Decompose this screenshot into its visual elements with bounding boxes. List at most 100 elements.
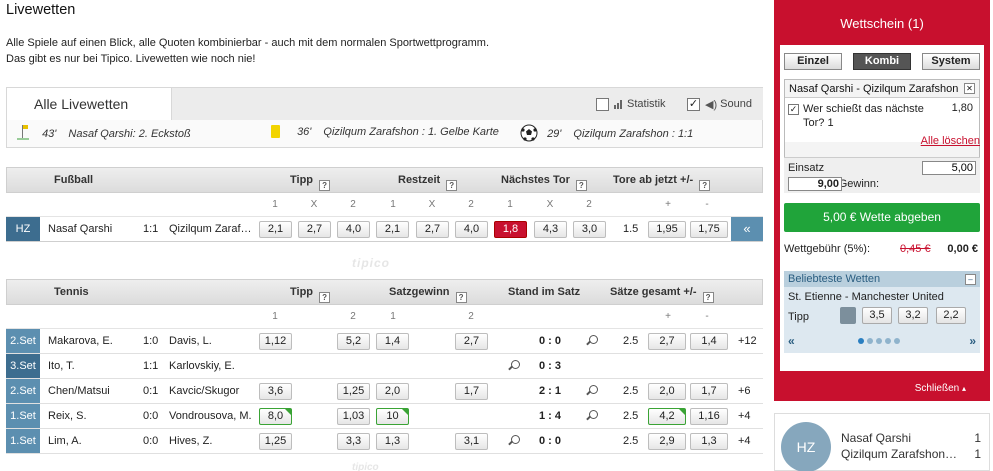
next-arrow[interactable]: »: [969, 334, 976, 348]
place-bet-button[interactable]: 5,00 € Wette abgeben: [784, 203, 980, 232]
odd-button[interactable]: 1,25: [259, 433, 292, 450]
mode-system-button[interactable]: System: [922, 53, 980, 70]
score: 1:1: [143, 360, 159, 372]
odd-button[interactable]: 1,12: [259, 333, 292, 350]
odd-button[interactable]: 1,25: [337, 383, 370, 400]
bet-checkbox[interactable]: ✓: [788, 104, 799, 115]
popular-match[interactable]: St. Etienne - Manchester United: [784, 287, 980, 303]
ticker-item[interactable]: 29' Qizilqum Zarafshon : 1:1: [520, 124, 693, 145]
mode-einzel-button[interactable]: Einzel: [784, 53, 842, 70]
user-icon: [840, 307, 856, 324]
odd-button[interactable]: 2,7: [298, 221, 331, 238]
set-score: 1 : 4: [539, 410, 562, 422]
odd-button[interactable]: 2,7: [416, 221, 449, 238]
odd-button-selected[interactable]: 1,8: [494, 221, 527, 238]
odd-button[interactable]: 3,3: [337, 433, 370, 450]
collapse-icon[interactable]: –: [965, 274, 976, 285]
odd-button[interactable]: 4,3: [534, 221, 567, 238]
odd-button[interactable]: 2,0: [376, 383, 409, 400]
odd-button[interactable]: 3,1: [455, 433, 488, 450]
sound-toggle[interactable]: ✓ ◀) Sound: [687, 95, 752, 113]
help-icon[interactable]: ?: [575, 180, 587, 191]
odd-button[interactable]: 5,2: [337, 333, 370, 350]
help-icon[interactable]: ?: [446, 180, 458, 191]
tipp-header: Tipp?: [290, 286, 331, 303]
table-row: HZ Nasaf Qarshi 1:1 Qizilqum Zaraf… 2,1 …: [6, 217, 763, 242]
odd-button[interactable]: 4,0: [455, 221, 488, 238]
period-badge: 3.Set: [6, 354, 40, 378]
tore-ab-jetzt-header: Tore ab jetzt +/-?: [613, 174, 711, 191]
ticker-text: Qizilqum Zarafshon : 1. Gelbe Karte: [323, 126, 499, 138]
odd-button[interactable]: 2,1: [259, 221, 292, 238]
delete-all-link[interactable]: Alle löschen: [921, 135, 980, 147]
odd-button[interactable]: 8,0: [259, 408, 292, 425]
restzeit-header: Restzeit?: [398, 174, 458, 191]
prev-arrow[interactable]: «: [788, 334, 795, 348]
help-icon[interactable]: ?: [319, 180, 331, 191]
stake-area: Einsatz Möglicher Gewinn: 9,00: [784, 157, 980, 193]
score: 1:0: [143, 335, 159, 347]
popular-odd-button[interactable]: 2,2: [936, 307, 966, 324]
popular-odd-button[interactable]: 3,5: [862, 307, 892, 324]
home-score: 1: [974, 431, 981, 445]
popular-odd-button[interactable]: 3,2: [898, 307, 928, 324]
odd-button[interactable]: 2,9: [648, 433, 686, 450]
home-team: Nasaf Qarshi: [48, 223, 113, 235]
odd-button[interactable]: 4,2: [648, 408, 686, 425]
statistik-checkbox[interactable]: [596, 97, 609, 111]
odd-button[interactable]: 1,16: [690, 408, 728, 425]
odd-button[interactable]: 2,7: [648, 333, 686, 350]
odd-button[interactable]: 1,4: [690, 333, 728, 350]
set-score: 0 : 0: [539, 435, 562, 447]
statistik-toggle[interactable]: Statistik: [596, 95, 666, 113]
close-icon[interactable]: ✕: [964, 83, 975, 94]
odd-button[interactable]: 4,0: [337, 221, 370, 238]
odd-button[interactable]: 3,0: [573, 221, 606, 238]
odd-button[interactable]: 1,7: [690, 383, 728, 400]
more-bets-count[interactable]: +12: [738, 335, 757, 347]
help-icon[interactable]: ?: [699, 180, 711, 191]
odd-button[interactable]: 2,7: [455, 333, 488, 350]
table-row: 1.Set Lim, A. 0:0 Hives, Z. 1,25 3,3 1,3 3,1 0 :…: [6, 429, 763, 454]
tennis-racket-icon: [507, 435, 520, 447]
ticker-item[interactable]: 36' Qizilqum Zarafshon : 1. Gelbe Karte: [271, 125, 499, 138]
mode-kombi-button[interactable]: Kombi: [853, 53, 911, 70]
away-player: Vondrousova, M.: [169, 410, 252, 422]
bet-entry: Nasaf Qarshi - Qizilqum Zarafshon ✕ ✓ We…: [784, 79, 980, 159]
odd-button[interactable]: 1,75: [690, 221, 728, 238]
help-icon[interactable]: ?: [702, 292, 714, 303]
odd-button[interactable]: 1,4: [376, 333, 409, 350]
close-slip-link[interactable]: Schließen ▴: [915, 383, 966, 394]
tab-alle-livewetten[interactable]: Alle Livewetten: [6, 87, 172, 121]
expand-more-button[interactable]: «: [731, 217, 763, 241]
help-icon[interactable]: ?: [455, 292, 467, 303]
saetze-gesamt-header: Sätze gesamt +/-?: [610, 286, 714, 303]
soccer-ball-icon: [520, 124, 538, 145]
odd-button[interactable]: 2,0: [648, 383, 686, 400]
odd-button[interactable]: 1,03: [337, 408, 370, 425]
more-bets-count[interactable]: +6: [738, 385, 751, 397]
tipp-header: Tipp?: [290, 174, 331, 191]
sound-checkbox[interactable]: ✓: [687, 97, 700, 111]
bet-match: Nasaf Qarshi - Qizilqum Zarafshon: [789, 83, 959, 95]
odd-button[interactable]: 1,95: [648, 221, 686, 238]
odd-button[interactable]: 1,3: [690, 433, 728, 450]
more-bets-count[interactable]: +4: [738, 435, 751, 447]
odd-button[interactable]: 1,7: [455, 383, 488, 400]
odd-button[interactable]: 2,1: [376, 221, 409, 238]
odd-button[interactable]: 1,3: [376, 433, 409, 450]
col-label: 2: [350, 311, 356, 322]
more-bets-count[interactable]: +4: [738, 410, 751, 422]
fee-old: 0,45 €: [900, 243, 931, 255]
table-row: 3.Set Ito, T. 1:1 Karlovskiy, E. 0 : 3: [6, 354, 763, 379]
ticker-item[interactable]: 43' Nasaf Qarshi: 2. Eckstoß: [17, 125, 191, 141]
odd-button[interactable]: 3,6: [259, 383, 292, 400]
col-label: +: [665, 311, 671, 322]
stake-input[interactable]: [922, 161, 976, 175]
home-player: Lim, A.: [48, 435, 82, 447]
tennis-table: Tennis Tipp? Satzgewinn? Stand im Satz S…: [6, 279, 763, 454]
help-icon[interactable]: ?: [319, 292, 331, 303]
home-player: Makarova, E.: [48, 335, 113, 347]
mini-scoreboard[interactable]: HZ Nasaf Qarshi 1 Qizilqum Zarafshon… 1: [774, 413, 990, 471]
odd-button[interactable]: 10: [376, 408, 409, 425]
